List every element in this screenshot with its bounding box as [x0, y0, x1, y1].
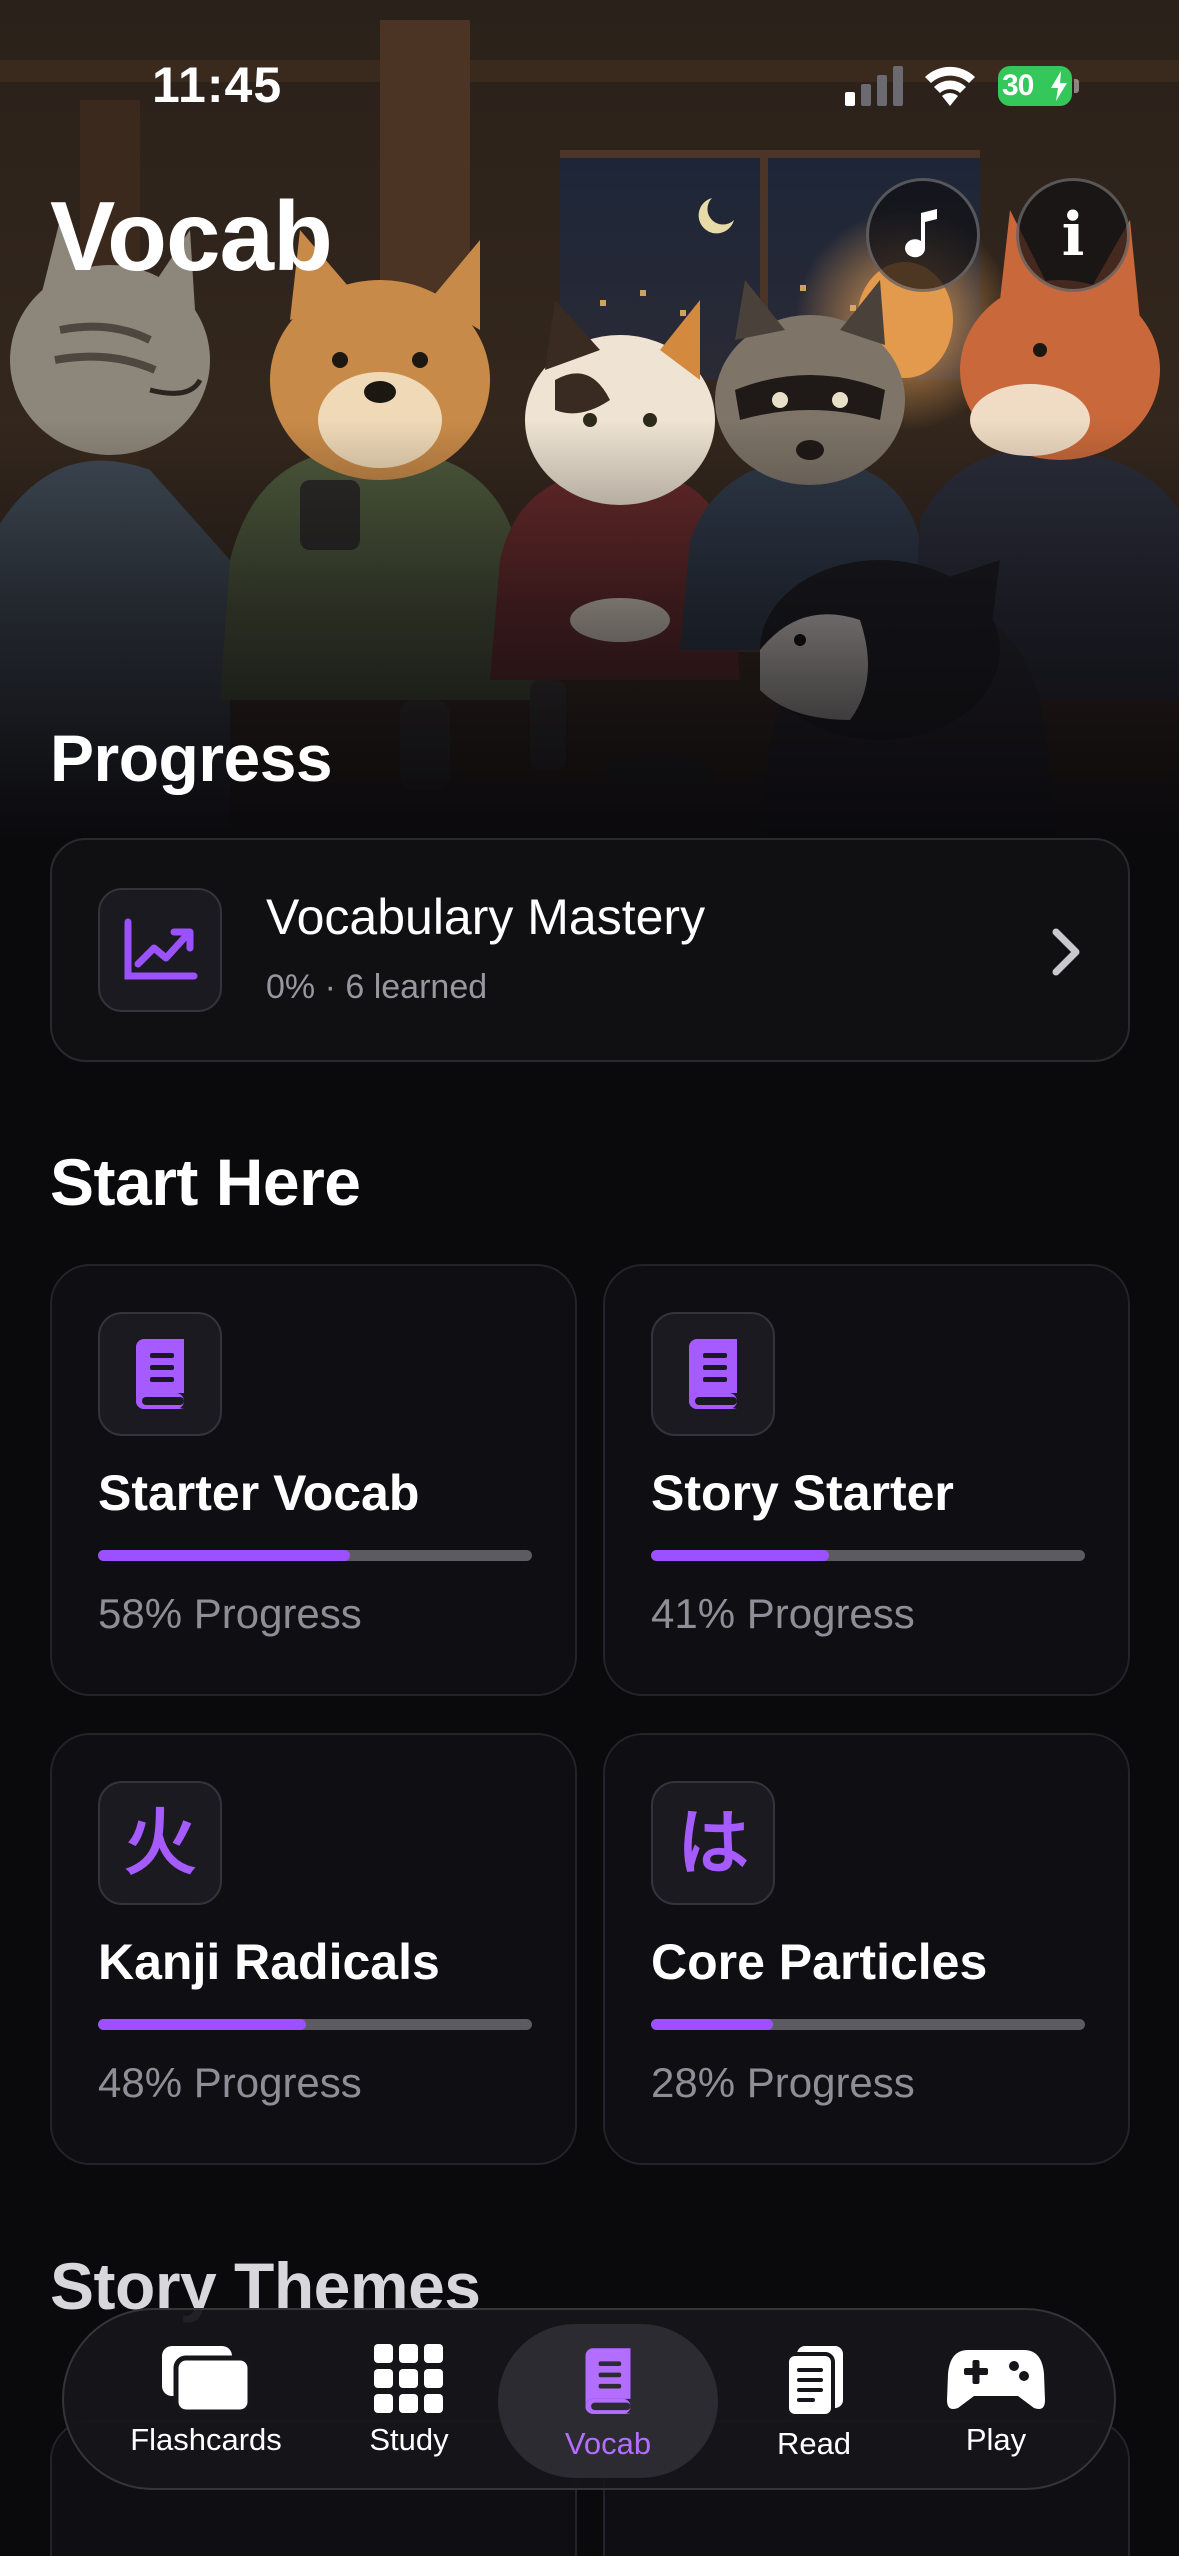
progress-heading: Progress — [50, 721, 333, 795]
status-bar: 11:45 30 — [0, 0, 1179, 170]
grid-icon — [374, 2344, 443, 2413]
document-icon — [785, 2346, 843, 2418]
tab-label: Vocab — [564, 2426, 652, 2461]
charging-bolt-icon — [1051, 71, 1067, 101]
battery-level: 30 — [1002, 69, 1034, 102]
deck-card-core-particles[interactable]: は Core Particles 28% Progress — [603, 1733, 1130, 2165]
flashcards-icon — [162, 2346, 252, 2414]
deck-card-story-starter[interactable]: Story Starter 41% Progress — [603, 1264, 1130, 1696]
tab-study[interactable]: Study — [334, 2324, 484, 2478]
mastery-icon-tile — [98, 888, 222, 1012]
deck-icon-tile — [98, 1312, 222, 1436]
vocabulary-mastery-card[interactable]: Vocabulary Mastery 0% · 6 learned — [50, 838, 1130, 1062]
chart-trend-icon — [124, 918, 198, 980]
page-title: Vocab — [50, 181, 333, 291]
tab-flashcards[interactable]: Flashcards — [106, 2324, 306, 2478]
tab-vocab[interactable]: Vocab — [498, 2324, 718, 2478]
cellular-signal-icon — [845, 66, 903, 106]
battery-indicator: 30 — [998, 66, 1080, 106]
mastery-subtitle: 0% · 6 learned — [266, 968, 488, 1006]
tab-label: Read — [776, 2426, 852, 2461]
tab-label: Play — [965, 2422, 1027, 2457]
deck-icon-tile: 火 — [98, 1781, 222, 1905]
deck-progress-bar — [98, 2019, 532, 2030]
info-button[interactable]: i — [1016, 178, 1130, 292]
info-icon: i — [1061, 200, 1085, 270]
deck-progress-bar — [651, 2019, 1085, 2030]
deck-progress-bar — [651, 1550, 1085, 1561]
tab-bar: Flashcards Study Vocab Read Play — [62, 2308, 1116, 2490]
deck-icon-tile — [651, 1312, 775, 1436]
deck-title: Core Particles — [651, 1934, 988, 1990]
deck-progress-text: 58% Progress — [98, 1590, 362, 1637]
music-button[interactable] — [866, 178, 980, 292]
tab-play[interactable]: Play — [916, 2324, 1076, 2478]
deck-title: Story Starter — [651, 1465, 954, 1521]
deck-progress-bar — [98, 1550, 532, 1561]
music-note-icon — [905, 209, 937, 258]
book-icon — [689, 1339, 737, 1409]
deck-progress-text: 28% Progress — [651, 2059, 915, 2106]
kanji-fire-icon: 火 — [123, 1801, 196, 1885]
wifi-icon — [925, 66, 975, 106]
deck-progress-text: 48% Progress — [98, 2059, 362, 2106]
deck-card-kanji-radicals[interactable]: 火 Kanji Radicals 48% Progress — [50, 1733, 577, 2165]
deck-card-starter-vocab[interactable]: Starter Vocab 58% Progress — [50, 1264, 577, 1696]
chevron-right-icon — [1052, 928, 1080, 976]
deck-title: Starter Vocab — [98, 1465, 420, 1521]
tab-label: Study — [369, 2422, 449, 2457]
book-icon — [136, 1339, 184, 1409]
status-time: 11:45 — [152, 57, 283, 113]
tab-read[interactable]: Read — [734, 2324, 894, 2478]
book-icon — [585, 2348, 631, 2414]
deck-title: Kanji Radicals — [98, 1934, 440, 1990]
deck-icon-tile: は — [651, 1781, 775, 1905]
mastery-title: Vocabulary Mastery — [266, 889, 706, 945]
hiragana-ha-icon: は — [676, 1801, 749, 1885]
start-here-heading: Start Here — [50, 1145, 361, 1219]
gamepad-icon — [947, 2350, 1045, 2409]
deck-progress-text: 41% Progress — [651, 1590, 915, 1637]
tab-label: Flashcards — [130, 2422, 282, 2457]
